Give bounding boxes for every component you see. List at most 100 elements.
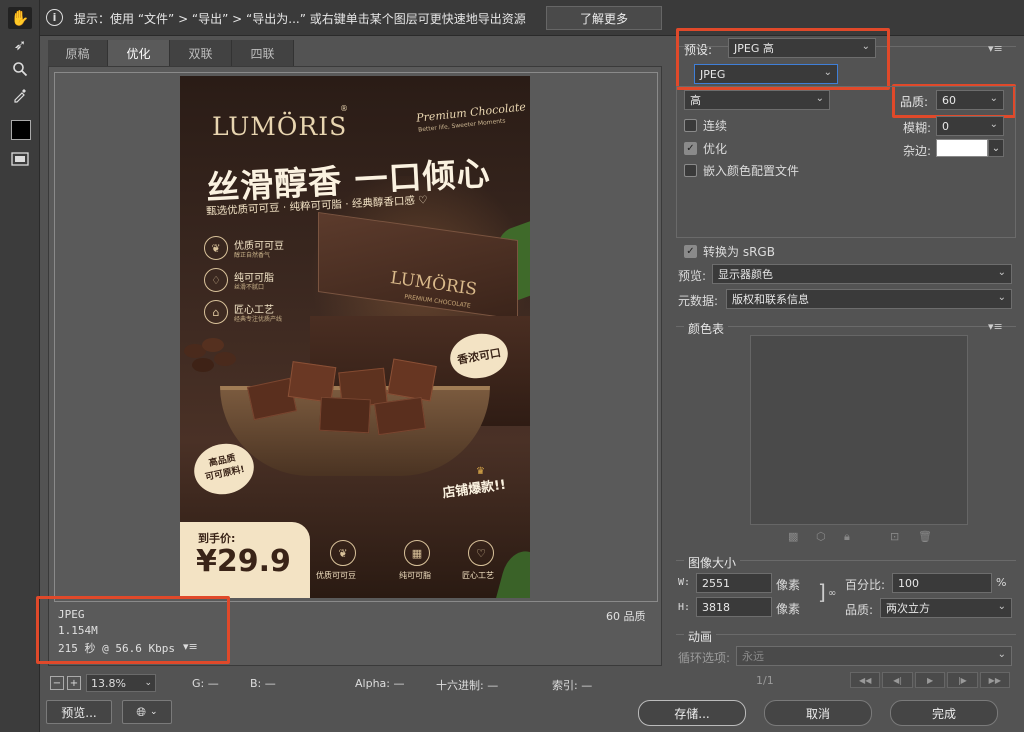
tab-original[interactable]: 原稿 xyxy=(48,40,108,66)
zoom-level-value: 13.8% xyxy=(91,676,126,690)
learn-more-button[interactable]: 了解更多 xyxy=(546,6,662,30)
chevron-down-icon: ⌄ xyxy=(997,601,1006,612)
optimize-menu-icon[interactable]: ▾≡ xyxy=(988,42,1003,55)
tab-2-up[interactable]: 双联 xyxy=(170,40,232,66)
progressive-checkbox[interactable] xyxy=(684,119,697,132)
blur-label: 模糊: xyxy=(903,121,932,135)
info-tip-text: 提示：使用 “文件” > “导出” > “导出为...” 或右键单击某个图层可更… xyxy=(74,12,526,26)
convert-srgb-checkbox[interactable]: ✓ xyxy=(684,245,697,258)
width-label: W: xyxy=(678,577,691,588)
next-frame-icon[interactable]: |▶ xyxy=(947,672,978,688)
preview-button[interactable]: 预览... xyxy=(46,700,112,724)
chevron-down-icon: ⌄ xyxy=(989,119,998,130)
done-button[interactable]: 完成 xyxy=(890,700,998,726)
metadata-value: 版权和联系信息 xyxy=(732,293,809,306)
blur-value: 0 xyxy=(942,119,949,133)
optimized-label: 优化 xyxy=(703,142,728,156)
matte-color-swatch[interactable] xyxy=(936,139,988,157)
percent-input[interactable]: 100 xyxy=(892,573,992,593)
metadata-select[interactable]: 版权和联系信息 ⌄ xyxy=(726,289,1012,309)
chain-icon[interactable]: ∞ xyxy=(828,588,836,599)
chevron-down-icon: ⌄ xyxy=(815,93,824,104)
chevron-down-icon: ⌄ xyxy=(997,267,1006,278)
poster-image: LUMÖRIS ® Premium Chocolate Better life,… xyxy=(180,76,530,598)
chevron-down-icon: ⌄ xyxy=(144,678,152,688)
frame-counter: 1/1 xyxy=(756,674,774,687)
slice-select-tool-icon[interactable]: ➶ xyxy=(8,34,32,56)
blur-input[interactable]: 0 ⌄ xyxy=(936,116,1004,136)
image-size-title: 图像大小 xyxy=(684,554,741,571)
loop-label: 循环选项: xyxy=(678,651,731,665)
resample-value: 两次立方 xyxy=(886,602,930,615)
height-input[interactable]: 3818 xyxy=(696,597,772,617)
eyedropper-color-swatch[interactable] xyxy=(11,120,31,140)
hex-readout: 十六进制: — xyxy=(436,679,499,692)
zoom-in-icon[interactable]: + xyxy=(67,676,81,690)
quality-level-select[interactable]: 高 ⌄ xyxy=(684,90,830,110)
chocolate-bar-icon: ▦ xyxy=(404,540,430,566)
loop-value: 永远 xyxy=(742,650,764,663)
status-menu-icon[interactable]: ▾≡ xyxy=(183,640,198,653)
eyedropper-tool-icon[interactable] xyxy=(8,84,32,106)
map-to-transparent-icon[interactable]: ▩ xyxy=(788,530,798,543)
cancel-button[interactable]: 取消 xyxy=(764,700,872,726)
chevron-down-icon: ⌄ xyxy=(997,649,1006,660)
feature-sub: 丝滑不腻口 xyxy=(234,284,265,291)
trash-icon[interactable]: 🗑︎ xyxy=(918,530,932,543)
percent-unit: % xyxy=(996,576,1007,589)
browser-preview-button[interactable]: 🌐︎ ⌄ xyxy=(122,700,172,724)
percent-label: 百分比: xyxy=(845,578,886,592)
new-color-icon[interactable]: ⊡ xyxy=(890,530,899,543)
preview-color-value: 显示器颜色 xyxy=(718,268,773,281)
chocolate-pieces xyxy=(246,358,460,436)
index-readout: 索引: — xyxy=(552,679,593,692)
zoom-level-select[interactable]: 13.8% ⌄ xyxy=(86,674,156,692)
loop-select[interactable]: 永远 ⌄ xyxy=(736,646,1012,666)
hand-tool-icon[interactable]: ✋ xyxy=(8,7,32,29)
animation-controls: ◀◀ ◀| ▶ |▶ ▶▶ xyxy=(850,672,1011,688)
view-tabs: 原稿 优化 双联 四联 xyxy=(48,40,662,66)
preview-label: 预览: xyxy=(678,269,707,283)
chevron-down-icon[interactable]: ⌄ xyxy=(988,139,1004,157)
web-shift-icon[interactable]: ⬡ xyxy=(816,530,826,543)
status-download-time: 215 秒 @ 56.6 Kbps xyxy=(58,642,175,655)
tab-4-up[interactable]: 四联 xyxy=(232,40,294,66)
progressive-label: 连续 xyxy=(703,119,728,133)
alpha-readout: Alpha: — xyxy=(355,677,405,690)
color-table-grid[interactable] xyxy=(750,335,968,525)
resample-label: 品质: xyxy=(845,603,874,617)
color-table-title: 颜色表 xyxy=(684,320,729,337)
preset-highlight xyxy=(676,28,890,90)
save-button[interactable]: 存储... xyxy=(638,700,746,726)
preview-color-select[interactable]: 显示器颜色 ⌄ xyxy=(712,264,1012,284)
tab-optimized[interactable]: 优化 xyxy=(108,40,170,66)
percent-value: 100 xyxy=(898,576,919,590)
zoom-out-icon[interactable]: − xyxy=(50,676,64,690)
cocoa-bean-icon: ❦ xyxy=(204,236,228,260)
optimized-checkbox[interactable]: ✓ xyxy=(684,142,697,155)
prev-frame-icon[interactable]: ◀| xyxy=(882,672,913,688)
metadata-label: 元数据: xyxy=(678,294,719,308)
zoom-tool-icon[interactable] xyxy=(8,58,32,80)
lock-icon[interactable]: 🔒︎ xyxy=(844,530,850,544)
color-table-menu-icon[interactable]: ▾≡ xyxy=(988,320,1003,333)
toggle-slices-icon[interactable] xyxy=(8,148,32,170)
width-input[interactable]: 2551 xyxy=(696,573,772,593)
leaf-icon xyxy=(495,546,530,598)
cocoa-bean-icon: ❦ xyxy=(330,540,356,566)
last-frame-icon[interactable]: ▶▶ xyxy=(979,672,1011,688)
status-quality: 60 品质 xyxy=(606,610,646,623)
link-icon[interactable]: ] xyxy=(818,580,826,604)
play-icon[interactable]: ▶ xyxy=(914,672,946,688)
browser-icon: 🌐︎ xyxy=(136,704,147,719)
cocoa-beans xyxy=(184,338,244,378)
resample-select[interactable]: 两次立方 ⌄ xyxy=(880,598,1012,618)
hot-seller-label: 店铺爆款!! xyxy=(441,477,507,502)
convert-srgb-label: 转换为 sRGB xyxy=(703,245,775,259)
first-frame-icon[interactable]: ◀◀ xyxy=(850,672,881,688)
width-unit: 像素 xyxy=(776,578,801,592)
embed-profile-checkbox[interactable] xyxy=(684,164,697,177)
heart-icon: ♡ xyxy=(468,540,494,566)
embed-profile-label: 嵌入颜色配置文件 xyxy=(703,164,800,178)
feature-sub: 经典专注优质产线 xyxy=(234,316,283,323)
